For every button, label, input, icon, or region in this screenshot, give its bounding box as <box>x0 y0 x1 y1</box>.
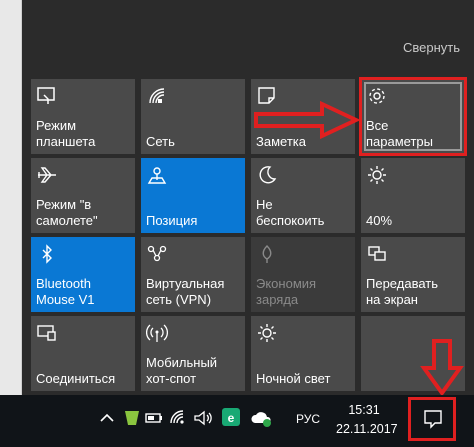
tile-battery-saver[interactable]: Экономия заряда <box>251 237 355 312</box>
connect-icon <box>36 322 58 344</box>
tile-label: Экономия заряда <box>256 276 317 307</box>
tile-label: Все параметры <box>366 118 433 149</box>
tile-label: 40% <box>366 213 393 228</box>
tile-label: Не беспокоить <box>256 197 325 228</box>
brightness-icon <box>366 164 388 186</box>
tile-mobile-hotspot[interactable]: Мобильный хот-спот <box>141 316 245 391</box>
annotation-arrow-right <box>254 100 361 140</box>
battery-saver-icon <box>256 243 278 265</box>
tile-label: Виртуальная сеть (VPN) <box>146 276 225 307</box>
tile-label: Bluetooth Mouse V1 <box>36 276 95 307</box>
clock-time: 15:31 <box>348 403 380 417</box>
tile-label: Соединиться <box>36 371 116 386</box>
action-center-panel: Свернуть Режим планшета Сеть Заметка Все… <box>22 0 474 396</box>
tile-brightness[interactable]: 40% <box>361 158 465 233</box>
tile-all-settings[interactable]: Все параметры <box>359 77 467 156</box>
input-language-indicator[interactable]: РУС <box>296 412 320 426</box>
volume-icon[interactable] <box>192 407 214 429</box>
tile-night-light[interactable]: Ночной свет <box>251 316 355 391</box>
tile-label: Ночной свет <box>256 371 331 386</box>
airplane-icon <box>36 164 58 186</box>
night-light-icon <box>256 322 278 344</box>
tile-bluetooth[interactable]: Bluetooth Mouse V1 <box>31 237 135 312</box>
tile-label: Передавать на экран <box>366 276 438 307</box>
tile-label: Позиция <box>146 213 198 228</box>
svg-text:e: e <box>228 411 235 425</box>
cloud-sync-icon[interactable] <box>250 407 274 429</box>
tile-label: Режим планшета <box>36 118 96 149</box>
clock-date: 22.11.2017 <box>336 422 398 436</box>
tablet-mode-icon <box>36 85 58 107</box>
battery-icon[interactable] <box>144 407 166 429</box>
green-app-tray-icon[interactable] <box>122 407 142 429</box>
wifi-icon[interactable] <box>168 407 190 429</box>
tile-tablet-mode[interactable]: Режим планшета <box>31 79 135 154</box>
collapse-button[interactable]: Свернуть <box>403 40 460 55</box>
tile-quiet-hours[interactable]: Не беспокоить <box>251 158 355 233</box>
hotspot-icon <box>146 322 168 344</box>
tile-airplane-mode[interactable]: Режим "в самолете" <box>31 158 135 233</box>
bluetooth-icon <box>36 243 58 265</box>
vpn-icon <box>146 243 168 265</box>
tile-connect[interactable]: Соединиться <box>31 316 135 391</box>
tile-label: Режим "в самолете" <box>36 197 98 228</box>
location-icon <box>146 164 168 186</box>
taskbar: e РУС 15:31 22.11.2017 <box>0 395 474 447</box>
moon-icon <box>256 164 278 186</box>
tile-label: Сеть <box>146 134 175 149</box>
action-center-button[interactable] <box>408 397 456 441</box>
settings-gear-icon <box>366 85 388 107</box>
tile-vpn[interactable]: Виртуальная сеть (VPN) <box>141 237 245 312</box>
tile-label: Мобильный хот-спот <box>146 355 218 386</box>
show-hidden-icons-chevron-up-icon[interactable] <box>98 407 116 429</box>
tile-project[interactable]: Передавать на экран <box>361 237 465 312</box>
clock[interactable]: 15:31 22.11.2017 <box>336 401 398 439</box>
project-icon <box>366 243 388 265</box>
tile-network[interactable]: Сеть <box>141 79 245 154</box>
network-icon <box>146 85 168 107</box>
notification-icon <box>423 408 443 430</box>
desktop-background-strip <box>0 0 22 395</box>
annotation-arrow-down <box>420 339 464 396</box>
security-app-tray-icon[interactable]: e <box>220 406 242 428</box>
tile-location[interactable]: Позиция <box>141 158 245 233</box>
